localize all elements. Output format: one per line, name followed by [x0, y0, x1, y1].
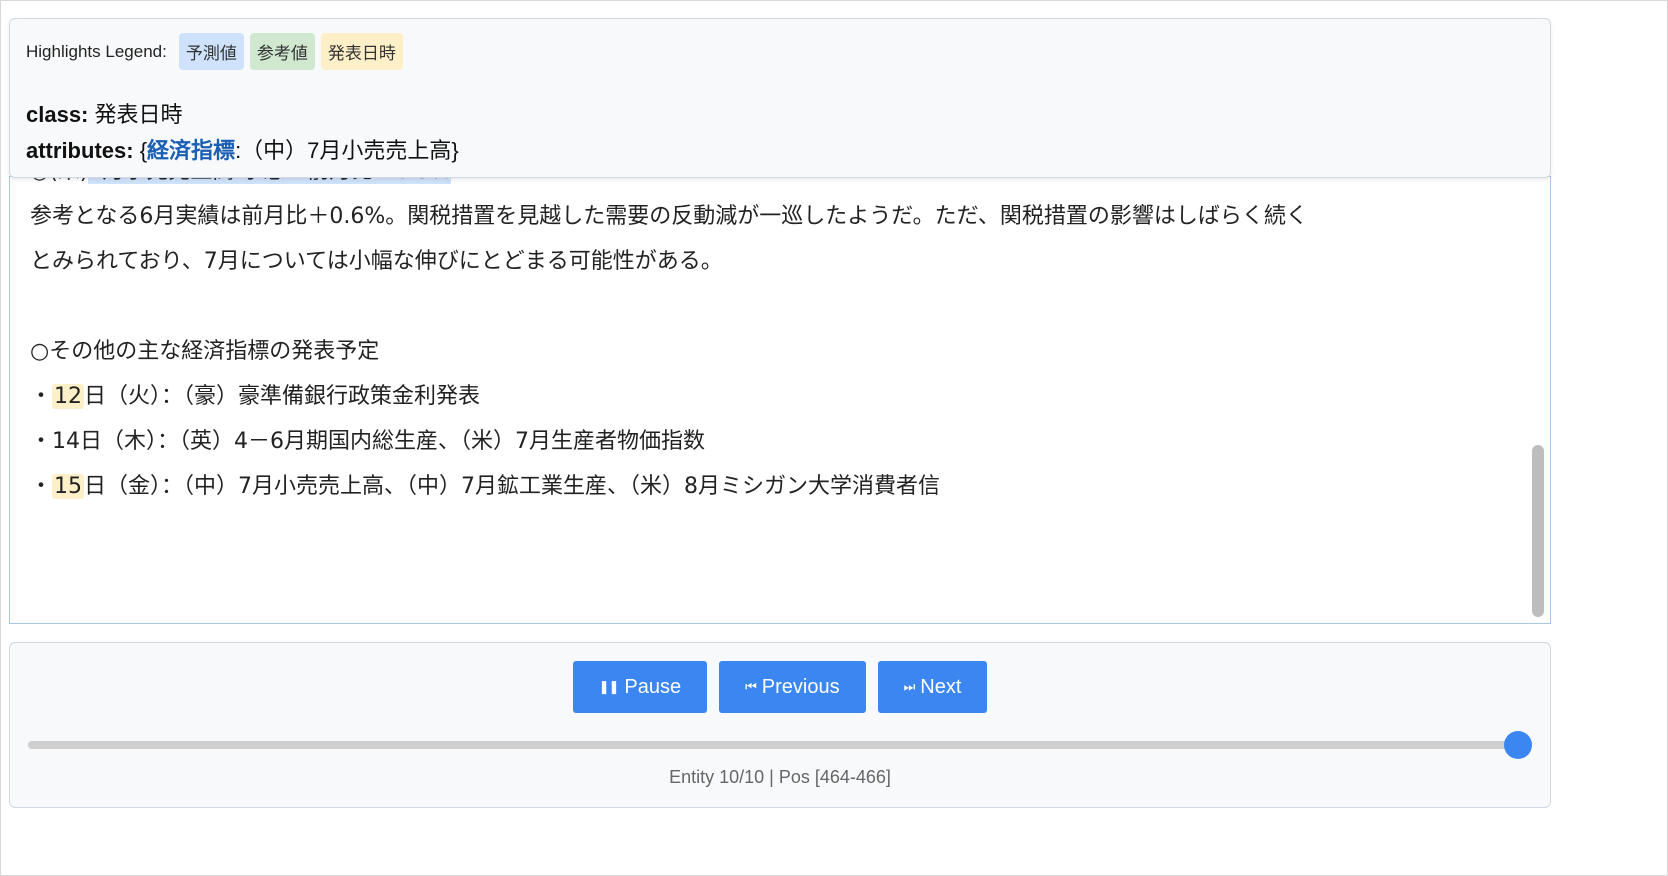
legend-title: Highlights Legend: — [26, 41, 167, 61]
skip-forward-icon: ⏭ — [903, 679, 916, 694]
text-line: 参考となる6月実績は前月比＋0.6%。関税措置を見越した需要の反動減が一巡したよ… — [30, 204, 1308, 229]
previous-label: Previous — [761, 675, 840, 698]
legend-chip-predicted: 予測値 — [178, 33, 244, 70]
attr-name: 経済指標 — [147, 138, 236, 163]
vertical-scrollbar[interactable] — [1532, 445, 1544, 617]
legend-panel: Highlights Legend: 予測値 参考値 発表日時 class: 発… — [9, 18, 1551, 178]
highlight-release-date: 15 — [52, 474, 85, 499]
document-text: ○(米)7月小売売上高 予想：前月比＋0.5% 参考となる6月実績は前月比＋0.… — [30, 177, 1510, 509]
entity-attributes: attributes: {経済指標:（中）7月小売売上高} — [26, 133, 459, 165]
slider-thumb[interactable] — [1504, 731, 1532, 759]
class-key: class: — [26, 102, 89, 127]
button-row: ❚❚ Pause ⏮ Previous ⏭ Next — [10, 661, 1550, 713]
text-line: ○その他の主な経済指標の発表予定 — [30, 339, 380, 364]
attr-open-brace: { — [139, 138, 148, 163]
previous-button[interactable]: ⏮ Previous — [719, 661, 866, 713]
entity-class: class: 発表日時 — [26, 97, 183, 129]
bullet: ・ — [30, 474, 53, 499]
text-line-blank — [30, 284, 1510, 329]
next-button[interactable]: ⏭ Next — [877, 661, 988, 713]
playback-controls: ❚❚ Pause ⏮ Previous ⏭ Next Entity 10/10 … — [9, 642, 1551, 808]
highlight-release-date: 12 — [52, 384, 85, 409]
skip-back-icon: ⏮ — [745, 679, 757, 694]
bullet: ・ — [30, 384, 53, 409]
text-segment: 日（火）：（豪）豪準備銀行政策金利発表 — [84, 384, 481, 409]
highlights-legend: Highlights Legend: 予測値 参考値 発表日時 — [26, 33, 403, 70]
text-line: ・14日（木）：（英）4－6月期国内総生産、（米）7月生産者物価指数 — [30, 429, 705, 454]
text-line: とみられており、7月については小幅な伸びにとどまる可能性がある。 — [30, 249, 723, 274]
text-line: ・15日（金）：（中）7月小売売上高、（中）7月鉱工業生産、（米）8月ミシガン大… — [30, 464, 1510, 509]
attributes-key: attributes: — [26, 138, 134, 163]
text-line-partial: ○(米)7月小売売上高 予想：前月比＋0.5% — [30, 177, 1510, 194]
pause-label: Pause — [624, 675, 682, 698]
pause-icon: ❚❚ — [598, 679, 620, 694]
class-value: 発表日時 — [94, 102, 183, 127]
text-segment: 日（金）：（中）7月小売売上高、（中）7月鉱工業生産、（米）8月ミシガン大学消費… — [84, 474, 941, 499]
document-text-area[interactable]: ○(米)7月小売売上高 予想：前月比＋0.5% 参考となる6月実績は前月比＋0.… — [9, 176, 1551, 624]
slider-fill — [28, 741, 1518, 749]
pause-button[interactable]: ❚❚ Pause — [572, 661, 708, 713]
next-label: Next — [920, 675, 962, 698]
attr-value: :（中）7月小売売上高} — [235, 138, 459, 163]
text-line: ・12日（火）：（豪）豪準備銀行政策金利発表 — [30, 374, 1510, 419]
progress-slider[interactable] — [28, 731, 1532, 759]
legend-chip-release-date: 発表日時 — [320, 33, 403, 70]
entity-status: Entity 10/10 | Pos [464-466] — [669, 767, 891, 787]
legend-chip-reference: 参考値 — [249, 33, 315, 70]
